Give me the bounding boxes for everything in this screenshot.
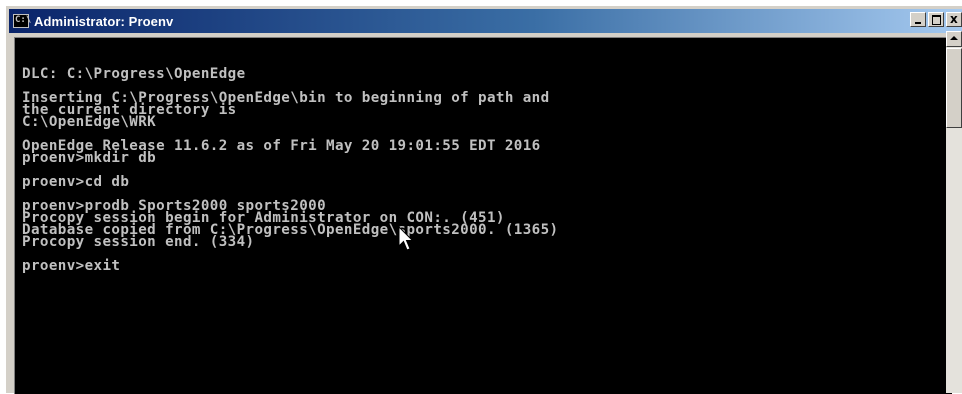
vertical-scrollbar[interactable] (946, 31, 962, 393)
console-line: DLC: C:\Progress\OpenEdge (22, 66, 246, 82)
console-app-icon[interactable]: C:\ (13, 14, 31, 28)
title-bar[interactable]: C:\ Administrator: Proenv x (9, 9, 962, 33)
close-icon: x (950, 12, 958, 26)
window-title: Administrator: Proenv (34, 13, 174, 29)
console-lines: DLC: C:\Progress\OpenEdge Inserting C:\P… (22, 66, 559, 274)
console-window: C:\ Administrator: Proenv x DLC: C:\Prog… (5, 5, 962, 394)
console-line: proenv>cd db (22, 174, 130, 190)
mouse-pointer-icon (398, 226, 414, 251)
console-output-area[interactable]: DLC: C:\Progress\OpenEdge Inserting C:\P… (14, 37, 952, 394)
maximize-button[interactable] (928, 12, 944, 27)
console-line: proenv>exit (22, 258, 121, 274)
window-controls: x (910, 12, 962, 27)
close-button[interactable]: x (946, 12, 962, 27)
scroll-thumb[interactable] (946, 48, 962, 128)
console-line: C:\OpenEdge\WRK (22, 114, 157, 130)
scroll-up-button[interactable] (946, 31, 962, 47)
minimize-button[interactable] (910, 12, 926, 27)
